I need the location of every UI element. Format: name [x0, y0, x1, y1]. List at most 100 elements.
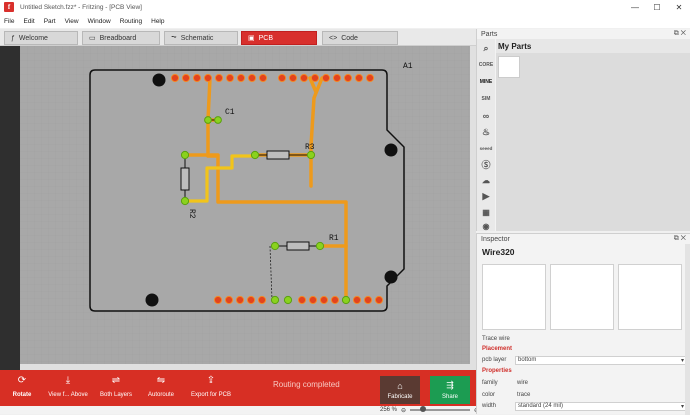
autoroute-button[interactable]: ⇋ Autoroute: [146, 374, 176, 404]
properties-header: Properties: [482, 368, 512, 374]
menu-file[interactable]: File: [4, 18, 14, 25]
share-button[interactable]: ⇶ Share: [430, 376, 470, 404]
flame-bin-icon[interactable]: ♨: [479, 125, 493, 139]
title-bar: f Untitled Sketch.fzz* - Fritzing - [PCB…: [0, 0, 690, 14]
zoom-out-icon[interactable]: ⊖: [401, 407, 406, 414]
rotate-button[interactable]: ⟳ Rotate: [10, 374, 34, 404]
chevron-down-icon: ▾: [680, 357, 684, 364]
bin-sim[interactable]: SIM: [479, 92, 493, 106]
color-row: color trace: [482, 390, 687, 400]
width-row: width standard (24 mil) ▾: [482, 401, 687, 411]
bin-mine[interactable]: MINE: [479, 75, 493, 89]
cloud-bin-icon[interactable]: ☁: [479, 173, 493, 187]
menu-bar: File Edit Part View Window Routing Help: [0, 14, 690, 28]
fabricate-label: Fabricate: [387, 393, 413, 400]
tab-pcb[interactable]: ▣ PCB: [241, 31, 317, 45]
family-value: wire: [517, 380, 529, 386]
autoroute-label: Autoroute: [147, 392, 175, 398]
part-label-c1: C1: [225, 108, 235, 117]
family-label: family: [482, 380, 498, 386]
autoroute-icon: ⇋: [156, 375, 166, 386]
part-description: Trace wire: [482, 336, 510, 342]
pcb-canvas[interactable]: A1 C1 R3 R2 R1 fritzing: [20, 46, 476, 370]
part-label-r1: R1: [329, 234, 339, 243]
zoom-slider-handle[interactable]: [420, 406, 427, 412]
part-label-r2: R2: [187, 209, 196, 219]
menu-view[interactable]: View: [65, 18, 79, 25]
schematic-icon: ⏦: [171, 34, 177, 41]
tab-label: Code: [341, 34, 358, 42]
chip-bin-icon[interactable]: ▦: [479, 205, 493, 219]
width-label: width: [482, 403, 497, 409]
view-tab-bar: ƒ Welcome ▭ Breadboard ⏦ Schematic ▣ PCB…: [0, 29, 476, 46]
tab-welcome[interactable]: ƒ Welcome: [4, 31, 78, 45]
my-parts-title: My Parts: [498, 42, 532, 51]
both-layers-label: Both Layers: [99, 392, 133, 398]
fabricate-button[interactable]: ⌂ Fabricate: [380, 376, 420, 404]
close-button[interactable]: ✕: [668, 0, 690, 14]
schematic-preview: [550, 264, 614, 330]
tab-label: Welcome: [18, 34, 48, 42]
board-outline[interactable]: [89, 69, 405, 312]
view-from-above-icon: ⤓: [65, 375, 71, 386]
rotate-label: Rotate: [12, 392, 32, 398]
menu-routing[interactable]: Routing: [120, 18, 142, 25]
bin-core[interactable]: CORE: [479, 58, 493, 72]
mounting-hole: [152, 73, 166, 87]
play-bin-icon[interactable]: ▶: [479, 189, 493, 203]
globe-bin-icon[interactable]: ◉: [479, 219, 493, 233]
tab-breadboard[interactable]: ▭ Breadboard: [82, 31, 160, 45]
inspector-panel: Inspector ⧉ ✕ Wire320 Trace wire Placeme…: [476, 233, 690, 415]
maximize-button[interactable]: ☐: [646, 0, 668, 14]
my-parts-area[interactable]: [496, 53, 690, 231]
part-slot[interactable]: [498, 56, 520, 78]
color-value: trace: [517, 392, 531, 398]
tab-label: Schematic: [180, 34, 214, 42]
export-icon: ⇪: [206, 375, 216, 386]
export-for-pcb-button[interactable]: ⇪ Export for PCB: [189, 374, 233, 404]
view-from-above-label: View f... Above: [48, 392, 88, 398]
part-preview-images: [482, 264, 682, 330]
width-select[interactable]: standard (24 mil) ▾: [515, 401, 687, 411]
both-layers-button[interactable]: ⇌ Both Layers: [98, 374, 134, 404]
pcb-icon: ▣: [248, 35, 255, 42]
panel-float-close-icon[interactable]: ⧉ ✕: [674, 235, 686, 243]
fritzing-f-icon: ƒ: [11, 34, 15, 42]
pcb-layer-label: pcb layer: [482, 357, 507, 363]
zoom-control: 256 % ⊖ ⊕: [380, 406, 479, 414]
rotate-icon: ⟳: [17, 375, 27, 386]
parts-panel: Parts ⧉ ✕ ⌕ CORE MINE SIM ∞ ♨ seeed Ⓢ ☁ …: [476, 29, 690, 231]
pcb-layer-row: pcb layer bottom ▾: [482, 355, 687, 365]
breadboard-preview: [482, 264, 546, 330]
tab-schematic[interactable]: ⏦ Schematic: [164, 31, 238, 45]
s-bin-icon[interactable]: Ⓢ: [479, 157, 493, 171]
pcb-drawing: A1 C1 R3 R2 R1: [20, 46, 476, 370]
inspector-scrollbar[interactable]: [685, 244, 690, 415]
menu-window[interactable]: Window: [88, 18, 111, 25]
pcb-layer-select[interactable]: bottom ▾: [515, 355, 687, 365]
view-from-above-button[interactable]: ⤓ View f... Above: [46, 374, 90, 404]
mounting-hole: [384, 143, 398, 157]
menu-part[interactable]: Part: [44, 18, 56, 25]
tab-label: Breadboard: [99, 34, 137, 42]
parts-panel-title: Parts: [481, 31, 498, 38]
bin-seeed[interactable]: seeed: [479, 141, 493, 155]
layers-icon: ⇌: [111, 375, 121, 386]
infinity-bin-icon[interactable]: ∞: [479, 109, 493, 123]
bin-list: ⌕ CORE MINE SIM ∞ ♨ seeed Ⓢ ☁ ▶ ▦ ◉: [477, 39, 495, 231]
factory-icon: ⌂: [397, 380, 403, 391]
zoom-slider[interactable]: [410, 406, 471, 412]
tab-label: PCB: [258, 34, 274, 42]
color-label: color: [482, 392, 496, 398]
panel-float-close-icon[interactable]: ⧉ ✕: [674, 30, 686, 38]
search-icon[interactable]: ⌕: [479, 41, 493, 55]
window-title: Untitled Sketch.fzz* - Fritzing - [PCB V…: [20, 3, 142, 11]
export-label: Export for PCB: [190, 392, 231, 398]
menu-edit[interactable]: Edit: [23, 18, 34, 25]
tab-code[interactable]: <> Code: [322, 31, 398, 45]
board-label-a1: A1: [403, 62, 413, 71]
left-dock-strip: [0, 46, 20, 370]
menu-help[interactable]: Help: [151, 18, 164, 25]
routing-status: Routing completed: [273, 380, 340, 389]
minimize-button[interactable]: —: [624, 0, 646, 14]
